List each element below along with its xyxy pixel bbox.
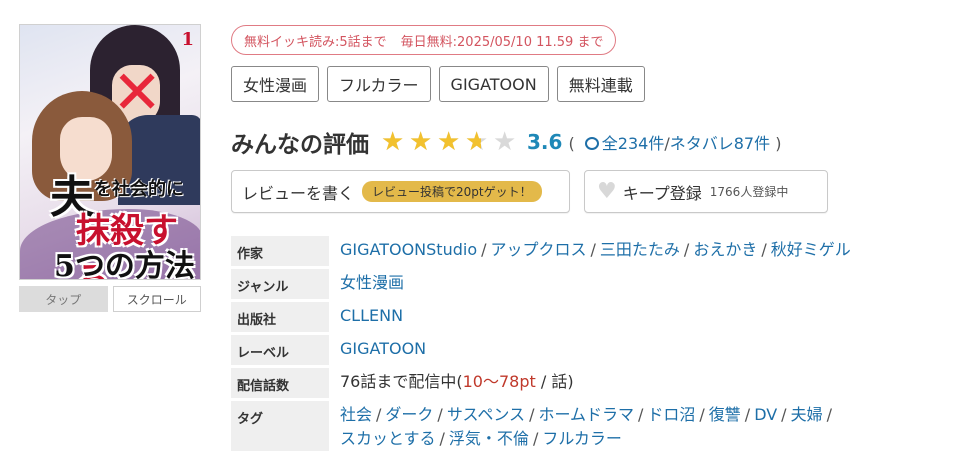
keep-count: 1766人登録中 [709,185,789,199]
star-fill: ★ [437,129,461,155]
info-val-episodes: 76話まで配信中(10〜78pt / 話) [329,368,951,398]
author-link[interactable]: 三田たたみ [600,240,680,259]
all-reviews-count: 全234件 [601,134,665,153]
author-link[interactable]: GIGATOONStudio [340,240,477,259]
cover-image[interactable]: ✕ 1 夫 を社会的に 抹殺する 5つの方法 [19,24,201,280]
tag-link[interactable]: 夫婦 [791,405,823,424]
info-val-tags: 社会 / ダーク / サスペンス / ホームドラマ / ドロ沼 / 復讐 / DV / 夫婦 / スカッとする /… [340,405,832,448]
genre-chip-row: 女性漫画 フルカラー GIGATOON 無料連載 [231,66,645,102]
rating-score: 3.6 [527,130,563,154]
tag-link[interactable]: ダーク [385,405,433,424]
view-mode-scroll-button[interactable]: スクロール [112,286,201,312]
author-link[interactable]: おえかき [693,240,757,259]
all-reviews-link[interactable]: 全234件 [580,134,665,153]
star-fill: ★ [409,129,433,155]
star-fill: ★ [465,129,481,155]
info-key-label: レーベル [231,335,329,365]
chip-josei-manga[interactable]: 女性漫画 [231,66,320,102]
info-key-tags: タグ [231,401,329,451]
episodes-prefix: 76話まで配信中( [340,372,463,391]
rating-stars: ★★★★★★★★★★ [381,129,519,155]
info-key-episodes: 配信話数 [231,368,329,398]
chip-gigatoon[interactable]: GIGATOON [438,66,549,102]
view-mode-tap-button[interactable]: タップ [19,286,108,312]
tag-link[interactable]: 復讐 [709,405,741,424]
spoiler-reviews-link[interactable]: ネタバレ87件 [670,134,770,153]
review-promo-badge: レビュー投稿で20ptゲット！ [362,181,542,202]
genre-link[interactable]: 女性漫画 [340,273,404,292]
tag-link[interactable]: フルカラー [542,429,622,448]
info-row-genre: ジャンル 女性漫画 [231,269,951,299]
cover-title-line-4: 5つの方法 [54,249,195,280]
view-mode-toggle: タップ スクロール [19,286,201,312]
cover-red-cross-icon: ✕ [112,58,163,128]
tag-link[interactable]: サスペンス [447,405,525,424]
star-fill: ★ [381,129,405,155]
tag-link[interactable]: スカッとする [340,429,436,448]
work-info-table: 作家 GIGATOONStudio / アップクロス / 三田たたみ / おえかき / 秋好ミゲ… [231,236,951,454]
tag-link[interactable]: DV [754,405,777,424]
tag-link[interactable]: ホームドラマ [538,405,634,424]
info-row-author: 作家 GIGATOONStudio / アップクロス / 三田たたみ / おえかき / 秋好ミゲ… [231,236,951,266]
keep-label: キープ登録 [622,183,702,203]
tag-link[interactable]: 社会 [340,405,372,424]
close-paren: ) [775,134,782,153]
cover-volume-number: 1 [181,29,194,50]
info-val-authors: GIGATOONStudio / アップクロス / 三田たたみ / おえかき / 秋好ミゲル [340,240,851,259]
free-binge-text: 無料イッキ読み:5話まで [244,34,387,50]
rating-label: みんなの評価 [231,132,369,158]
author-link[interactable]: アップクロス [491,240,587,259]
star-icon: ★★ [381,129,407,155]
episodes-suffix: / 話) [535,372,574,391]
open-paren: ( [568,134,575,153]
info-row-publisher: 出版社 CLLENN [231,302,951,332]
episodes-price: 10〜78pt [462,372,536,391]
info-key-publisher: 出版社 [231,302,329,332]
free-daily-text: 毎日無料:2025/05/10 11.59 まで [400,34,604,50]
rating-counts: ( 全234件/ネタバレ87件 ) [568,130,781,154]
info-row-tags: タグ 社会 / ダーク / サスペンス / ホームドラマ / ドロ沼 / 復讐 / DV / 夫婦 / スカッと… [231,401,951,451]
write-review-button[interactable]: レビューを書く レビュー投稿で20ptゲット！ [231,170,570,213]
star-icon: ★★ [437,129,463,155]
cover-title-line-2: を社会的に [94,179,184,200]
free-reading-badge: 無料イッキ読み:5話まで 毎日無料:2025/05/10 11.59 まで [231,25,617,55]
label-link[interactable]: GIGATOON [340,339,426,358]
publisher-link[interactable]: CLLENN [340,306,403,325]
chip-full-color[interactable]: フルカラー [327,66,431,102]
chip-free-serial[interactable]: 無料連載 [556,66,645,102]
info-key-author: 作家 [231,236,329,266]
star-icon: ★★ [465,127,489,157]
star-icon: ★★ [493,127,517,157]
info-row-label: レーベル GIGATOON [231,335,951,365]
heart-icon: ♥ [597,178,617,204]
keep-button[interactable]: ♥ キープ登録 1766人登録中 [584,170,828,213]
write-review-label: レビューを書く [242,183,355,203]
author-link[interactable]: 秋好ミゲル [771,240,851,259]
info-row-episodes: 配信話数 76話まで配信中(10〜78pt / 話) [231,368,951,398]
tag-link[interactable]: ドロ沼 [647,405,695,424]
info-key-genre: ジャンル [231,269,329,299]
star-icon: ★★ [409,129,435,155]
tag-link[interactable]: 浮気・不倫 [449,429,529,448]
comment-bubble-icon [584,137,599,150]
rating-summary: みんなの評価 ★★★★★★★★★★ 3.6 ( 全234件/ネタバレ87件 ) [231,124,781,160]
